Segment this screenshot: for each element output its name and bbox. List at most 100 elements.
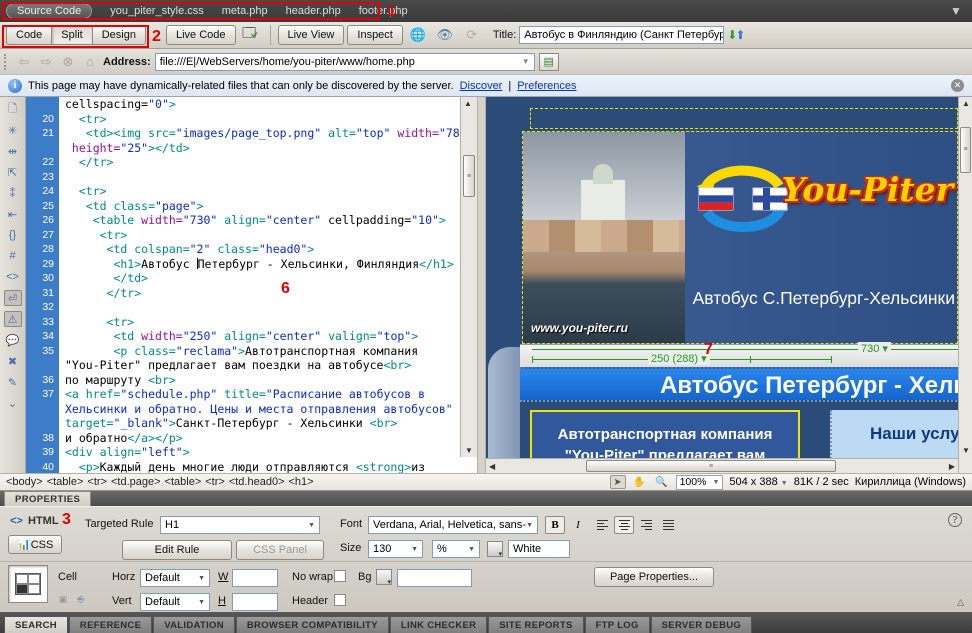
font-select[interactable]: Verdana, Arial, Helvetica, sans-serif▼ — [368, 516, 538, 534]
code-line[interactable]: 24 <tr> — [26, 184, 460, 199]
design-page-title[interactable]: Автобус Петербург - Хельсин — [520, 367, 972, 400]
select-tool-icon[interactable]: ➤ — [610, 475, 626, 489]
align-left-button[interactable] — [592, 516, 612, 534]
results-tab-browser-compatibility[interactable]: BROWSER COMPATIBILITY — [236, 616, 389, 633]
code-line[interactable]: height="25"></td> — [26, 141, 460, 156]
table-width-bar[interactable]: 730 ▾ 250 (288) ▾ — [520, 344, 972, 367]
close-icon[interactable]: ✕ — [951, 79, 964, 92]
preview-browser-icon[interactable]: 🌐 — [406, 25, 430, 45]
tag-selector-item[interactable]: <table> — [47, 476, 84, 488]
italic-button[interactable]: I — [568, 516, 588, 534]
code-line[interactable]: target="_blank">Санкт-Петербург - Хельси… — [26, 416, 460, 431]
code-line[interactable]: "You-Piter" предлагает вам поездки на ав… — [26, 358, 460, 373]
code-line[interactable]: 31 </tr> — [26, 286, 460, 301]
bg-color-swatch[interactable]: ▾ — [376, 569, 392, 585]
code-view-button[interactable]: Code — [6, 25, 52, 45]
results-tab-validation[interactable]: VALIDATION — [153, 616, 235, 633]
nowrap-checkbox[interactable] — [334, 570, 346, 582]
text-color-swatch[interactable]: ▾ — [487, 541, 503, 557]
code-line[interactable]: 35 <p class="reclama">Автотранспортная к… — [26, 344, 460, 359]
code-line[interactable]: 21 <td><img src="images/page_top.png" al… — [26, 126, 460, 141]
table-width-730[interactable]: 730 ▾ — [858, 342, 891, 355]
tag-selector-item[interactable]: <td.head0> — [229, 476, 285, 488]
design-h-thumb[interactable]: ≡ — [586, 460, 836, 472]
expand-all-icon[interactable]: ⁑ — [4, 185, 22, 201]
code-navigator-icon[interactable]: ✳ — [4, 122, 22, 138]
code-line[interactable]: 34 <td width="250" align="center" valign… — [26, 329, 460, 344]
align-right-button[interactable] — [636, 516, 656, 534]
vert-select[interactable]: Default▼ — [140, 593, 210, 611]
preferences-link[interactable]: Preferences — [517, 80, 576, 92]
validate-icon[interactable]: 👁 — [433, 25, 457, 45]
help-icon[interactable]: ? — [948, 513, 962, 527]
select-parent-tag-icon[interactable]: ⇤ — [4, 206, 22, 222]
horz-select[interactable]: Default▼ — [140, 569, 210, 587]
design-v-scrollbar[interactable]: ▲ ≡ ▼ — [958, 97, 972, 473]
css-panel-button[interactable]: CSS Panel — [236, 540, 324, 560]
html-mode-button[interactable]: HTML — [28, 515, 59, 527]
forward-icon[interactable]: ⇨ — [37, 54, 55, 70]
source-code-tab[interactable]: Source Code — [6, 3, 92, 19]
code-scroll-thumb[interactable]: ≡ — [463, 155, 475, 197]
code-line[interactable]: 25 <td class="page"> — [26, 199, 460, 214]
code-line[interactable]: 40 <p>Каждый день многие люди отправляют… — [26, 460, 460, 474]
h-input[interactable] — [232, 593, 278, 611]
pane-splitter[interactable] — [477, 97, 486, 473]
live-code-button[interactable]: Live Code — [166, 25, 236, 45]
w-input[interactable] — [232, 569, 278, 587]
properties-tab[interactable]: PROPERTIES — [4, 491, 91, 506]
toolbar-grip[interactable] — [4, 54, 9, 70]
scroll-down-icon[interactable]: ▼ — [465, 446, 473, 455]
remove-comment-icon[interactable]: ✖ — [4, 353, 22, 369]
address-input[interactable]: file:///E|/WebServers/home/you-piter/www… — [155, 53, 535, 71]
split-cell-icon[interactable]: ⎆ — [74, 593, 88, 605]
panel-collapse-icon[interactable]: △ — [957, 597, 964, 608]
bg-color-input[interactable] — [397, 569, 472, 587]
check-browser-compat-icon[interactable]: 🗔✔ — [239, 25, 263, 45]
text-color-input[interactable]: White — [508, 540, 570, 558]
design-h-scrollbar[interactable]: ◀ ≡ ▶ — [486, 458, 958, 473]
tag-selector-item[interactable]: <body> — [6, 476, 43, 488]
design-view-button[interactable]: Design — [92, 25, 146, 45]
collapse-full-tag-icon[interactable]: ⇹ — [4, 143, 22, 159]
apply-comment-icon[interactable]: 💬 — [4, 332, 22, 348]
code-line[interactable]: 37<a href="schedule.php" title="Расписан… — [26, 387, 460, 402]
filter-icon[interactable]: ▼ — [950, 4, 964, 18]
tag-selector-item[interactable]: <td.page> — [111, 476, 161, 488]
column-width-250[interactable]: 250 (288) ▾ — [648, 352, 710, 365]
size-select[interactable]: 130▼ — [368, 540, 423, 558]
results-tab-server-debug[interactable]: SERVER DEBUG — [651, 616, 752, 633]
design-view[interactable]: www.you-piter.ru — [486, 97, 972, 473]
design-v-thumb[interactable]: ≡ — [960, 127, 971, 173]
line-numbers-icon[interactable]: # — [4, 248, 22, 264]
code-line[interactable]: Хельсинки и обратно. Цены и места отправ… — [26, 402, 460, 417]
page-properties-button[interactable]: Page Properties... — [594, 567, 714, 587]
code-line[interactable]: 23 — [26, 170, 460, 185]
justify-button[interactable] — [658, 516, 678, 534]
refresh-icon[interactable]: ⟳ — [460, 25, 484, 45]
code-line[interactable]: cellspacing="0"> — [26, 97, 460, 112]
window-size-select[interactable]: 504 x 388 ▼ — [729, 476, 787, 488]
stop-icon[interactable]: ⊗ — [59, 54, 77, 70]
related-file-tab[interactable]: you_piter_style.css — [110, 5, 204, 17]
home-icon[interactable]: ⌂ — [81, 54, 99, 69]
hand-tool-icon[interactable]: ✋ — [632, 475, 648, 489]
code-editor[interactable]: cellspacing="0">20 <tr>21 <td><img src="… — [26, 97, 460, 473]
design-empty-row[interactable] — [530, 108, 958, 129]
format-source-icon[interactable]: ✎ — [4, 374, 22, 390]
zoom-tool-icon[interactable]: 🔍 — [654, 475, 670, 489]
open-documents-icon[interactable]: 🗋 — [4, 101, 22, 117]
code-line[interactable]: 38и обратно</a></p> — [26, 431, 460, 446]
code-line[interactable]: 39<div align="left"> — [26, 445, 460, 460]
word-wrap-icon[interactable]: ⏎ — [4, 290, 22, 306]
css-mode-button[interactable]: 📊 CSS — [8, 535, 62, 554]
results-tab-search[interactable]: SEARCH — [4, 616, 68, 633]
related-file-tab[interactable]: header.php — [286, 5, 341, 17]
dynamic-files-list-icon[interactable]: ▤ — [539, 53, 559, 71]
back-icon[interactable]: ⇦ — [15, 54, 33, 70]
syntax-error-alerts-icon[interactable]: ⚠ — [4, 311, 22, 327]
code-line[interactable]: 30 </td> — [26, 271, 460, 286]
balance-braces-icon[interactable]: {} — [4, 227, 22, 243]
title-input[interactable]: Автобус в Финляндию (Санкт Петербург - Х… — [519, 26, 724, 44]
inspect-button[interactable]: Inspect — [347, 25, 402, 45]
